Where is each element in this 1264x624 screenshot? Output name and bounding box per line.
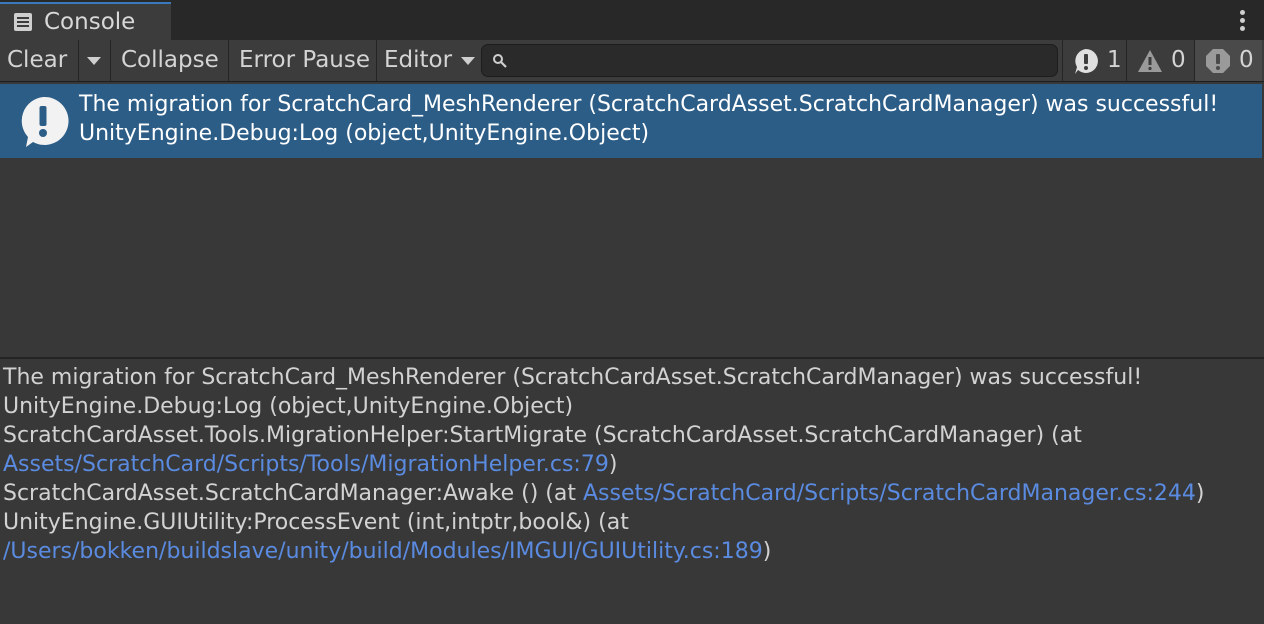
info-message-icon bbox=[1075, 49, 1098, 74]
collapse-button[interactable]: Collapse bbox=[111, 40, 229, 81]
error-pause-button-label: Error Pause bbox=[239, 47, 371, 73]
detail-message: The migration for ScratchCard_MeshRender… bbox=[3, 365, 1143, 390]
detail-stack-line: ScratchCardAsset.ScratchCardManager:Awak… bbox=[3, 481, 1204, 506]
source-file-link[interactable]: /Users/bokken/buildslave/unity/build/Mod… bbox=[3, 539, 763, 564]
editor-dropdown[interactable]: Editor bbox=[377, 40, 478, 81]
detail-stack-line: /Users/bokken/buildslave/unity/build/Mod… bbox=[3, 539, 771, 564]
error-pause-button[interactable]: Error Pause bbox=[229, 40, 377, 81]
warning-icon bbox=[1138, 50, 1162, 72]
detail-stack-line: UnityEngine.Debug:Log (object,UnityEngin… bbox=[3, 394, 574, 419]
stack-trace-pane: The migration for ScratchCard_MeshRender… bbox=[0, 359, 1264, 624]
warning-count: 0 bbox=[1171, 47, 1186, 73]
log-entry-selected[interactable]: The migration for ScratchCard_MeshRender… bbox=[0, 84, 1262, 158]
chevron-down-icon bbox=[461, 56, 476, 65]
log-entry-message: The migration for ScratchCard_MeshRender… bbox=[79, 92, 1219, 117]
tab-console[interactable]: Console bbox=[0, 2, 171, 40]
search-field[interactable] bbox=[481, 44, 1058, 77]
detail-stack-line: ScratchCardAsset.Tools.MigrationHelper:S… bbox=[3, 423, 1082, 448]
source-file-link[interactable]: Assets/ScratchCard/Scripts/ScratchCardMa… bbox=[583, 481, 1196, 506]
search-icon bbox=[493, 54, 507, 68]
source-file-link[interactable]: Assets/ScratchCard/Scripts/Tools/Migrati… bbox=[3, 452, 609, 477]
chevron-down-icon bbox=[87, 56, 101, 65]
console-toolbar: Clear Collapse Error Pause Editor 1 0 0 bbox=[0, 40, 1264, 82]
editor-dropdown-label: Editor bbox=[384, 47, 453, 73]
clear-options-dropdown[interactable] bbox=[79, 40, 111, 81]
log-entry-source: UnityEngine.Debug:Log (object,UnityEngin… bbox=[79, 121, 650, 146]
info-messages-toggle[interactable]: 1 bbox=[1062, 40, 1126, 81]
search-input[interactable] bbox=[516, 47, 1046, 74]
error-messages-toggle[interactable]: 0 bbox=[1194, 40, 1262, 81]
warning-messages-toggle[interactable]: 0 bbox=[1126, 40, 1194, 81]
error-count: 0 bbox=[1239, 47, 1254, 73]
error-icon bbox=[1206, 49, 1230, 73]
log-list[interactable]: The migration for ScratchCard_MeshRender… bbox=[0, 82, 1264, 357]
info-count: 1 bbox=[1107, 47, 1122, 73]
paren-close: ) bbox=[1195, 481, 1205, 506]
detail-stack-line: Assets/ScratchCard/Scripts/Tools/Migrati… bbox=[3, 452, 617, 477]
clear-button-label: Clear bbox=[7, 47, 68, 73]
console-list-icon bbox=[14, 13, 32, 31]
detail-stack-line: UnityEngine.GUIUtility:ProcessEvent (int… bbox=[3, 510, 629, 535]
info-message-icon bbox=[21, 96, 69, 147]
tab-bar: Console bbox=[0, 0, 1264, 40]
more-options-icon[interactable] bbox=[1240, 10, 1246, 32]
clear-button[interactable]: Clear bbox=[0, 40, 79, 81]
stack-frame-text: ScratchCardAsset.ScratchCardManager:Awak… bbox=[3, 481, 583, 506]
collapse-button-label: Collapse bbox=[121, 47, 219, 73]
tab-label: Console bbox=[44, 9, 136, 35]
paren-close: ) bbox=[762, 539, 772, 564]
paren-close: ) bbox=[608, 452, 618, 477]
